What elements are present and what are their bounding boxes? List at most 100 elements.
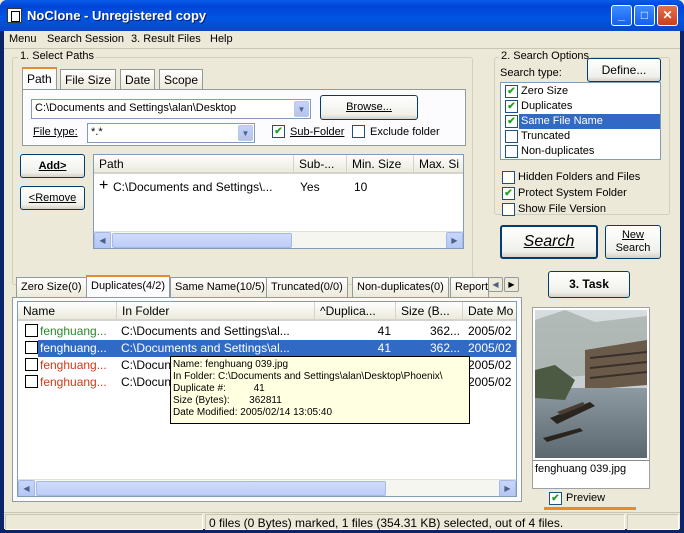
add-button[interactable]: Add>	[20, 154, 85, 178]
chevron-down-icon[interactable]: ▼	[294, 101, 309, 117]
non-duplicates-label[interactable]: Non-duplicates	[521, 145, 594, 157]
preview-checkbox[interactable]: ✔	[549, 492, 562, 505]
tab-file-size[interactable]: File Size	[60, 69, 117, 90]
scroll-right-icon[interactable]: ▶	[446, 232, 463, 248]
scroll-thumb[interactable]	[36, 481, 386, 496]
new-search-line1: New	[621, 229, 644, 241]
same-file-name-checkbox[interactable]: ✔	[505, 115, 518, 128]
preview-filename: fenghuang 039.jpg	[533, 460, 649, 488]
path-combo[interactable]: C:\Documents and Settings\alan\Desktop ▼	[31, 99, 311, 119]
row1-checkbox[interactable]	[25, 324, 38, 337]
search-button[interactable]: Search	[500, 225, 598, 259]
menu-menu[interactable]: Menu	[9, 33, 37, 45]
task-button[interactable]: 3. Task	[548, 271, 630, 298]
column-duplicate[interactable]: ^Duplica...	[315, 302, 396, 321]
duplicates-checkbox[interactable]: ✔	[505, 100, 518, 113]
tab-path[interactable]: Path	[22, 67, 57, 90]
tab-scroll-right-icon[interactable]: ▶	[504, 277, 519, 292]
title-bar[interactable]: NoClone - Unregistered copy _ □ ✕	[0, 0, 684, 31]
zero-size-checkbox[interactable]: ✔	[505, 85, 518, 98]
minimize-button[interactable]: _	[611, 5, 632, 26]
scroll-left-icon[interactable]: ◀	[18, 480, 35, 496]
path-value: C:\Documents and Settings\alan\Desktop	[35, 102, 237, 114]
tab-non-duplicates[interactable]: Non-duplicates(0)	[352, 277, 449, 298]
hidden-files-checkbox[interactable]	[502, 171, 515, 184]
row2-name[interactable]: fenghuang...	[40, 340, 116, 357]
show-version-label: Show File Version	[518, 203, 607, 215]
column-in-folder[interactable]: In Folder	[117, 302, 315, 321]
tab-same-name[interactable]: Same Name(10/5)	[170, 277, 270, 298]
path-row-path[interactable]: C:\Documents and Settings\...	[113, 179, 293, 196]
remove-button[interactable]: <Remove	[20, 186, 85, 210]
preview-image	[535, 310, 647, 458]
search-options-label: 2. Search Options	[499, 50, 592, 62]
maximize-button[interactable]: □	[634, 5, 655, 26]
show-version-checkbox[interactable]	[502, 203, 515, 216]
browse-button[interactable]: Browse...	[320, 95, 418, 120]
menu-bar: Menu Search Session 3. Result Files Help	[4, 31, 680, 49]
status-text: 0 files (0 Bytes) marked, 1 files (354.3…	[205, 514, 625, 530]
tab-truncated[interactable]: Truncated(0/0)	[266, 277, 348, 298]
file-type-combo[interactable]: *.* ▼	[87, 123, 255, 143]
truncated-label[interactable]: Truncated	[521, 130, 570, 142]
row2-folder[interactable]: C:\Documents and Settings\al...	[121, 340, 313, 357]
subfolder-label: Sub-Folder	[290, 126, 345, 138]
column-max-size[interactable]: Max. Si	[414, 155, 463, 174]
tab-scroll-left-icon[interactable]: ◀	[488, 277, 503, 292]
row4-name[interactable]: fenghuang...	[40, 374, 116, 391]
row3-name[interactable]: fenghuang...	[40, 357, 116, 374]
menu-search-session[interactable]: Search Session	[47, 33, 124, 45]
same-file-name-label[interactable]: Same File Name	[521, 115, 603, 127]
row3-checkbox[interactable]	[25, 358, 38, 371]
close-button[interactable]: ✕	[657, 5, 678, 26]
protect-system-checkbox[interactable]: ✔	[502, 187, 515, 200]
results-hscroll[interactable]: ◀ ▶	[18, 479, 516, 496]
row4-checkbox[interactable]	[25, 375, 38, 388]
column-size[interactable]: Size (B...	[396, 302, 463, 321]
window-title: NoClone - Unregistered copy	[27, 8, 207, 23]
row1-folder[interactable]: C:\Documents and Settings\al...	[121, 323, 313, 340]
plus-icon: +	[99, 178, 109, 194]
row2-date: 2005/02	[468, 341, 512, 355]
tab-duplicates[interactable]: Duplicates(4/2)	[86, 275, 170, 298]
scroll-right-icon[interactable]: ▶	[499, 480, 516, 496]
new-search-line2: Search	[615, 242, 651, 254]
column-name[interactable]: Name	[18, 302, 117, 321]
menu-result-files[interactable]: 3. Result Files	[131, 33, 201, 45]
column-sub[interactable]: Sub-...	[294, 155, 347, 174]
tab-zero-size[interactable]: Zero Size(0)	[16, 277, 87, 298]
tab-date[interactable]: Date	[120, 69, 156, 90]
tooltip-name: Name: fenghuang 039.jpg	[173, 359, 289, 370]
tab-report[interactable]: Report	[450, 277, 489, 298]
row4-date: 2005/02	[468, 375, 512, 389]
scroll-thumb[interactable]	[112, 233, 292, 248]
tooltip-date: Date Modified: 2005/02/14 13:05:40	[173, 407, 333, 418]
tab-scope[interactable]: Scope	[159, 69, 204, 90]
row1-dup: 41	[377, 324, 391, 338]
preview-label: Preview	[566, 492, 606, 504]
row1-size: 362...	[429, 324, 460, 338]
menu-help[interactable]: Help	[210, 33, 233, 45]
exclude-folder-checkbox[interactable]	[352, 125, 365, 138]
row1-date: 2005/02	[468, 324, 512, 338]
zero-size-label[interactable]: Zero Size	[521, 85, 568, 97]
column-min-size[interactable]: Min. Size	[347, 155, 414, 174]
scroll-left-icon[interactable]: ◀	[94, 232, 111, 248]
column-date-modified[interactable]: Date Mo	[463, 302, 516, 321]
chevron-down-icon[interactable]: ▼	[238, 125, 253, 141]
preview-pane: fenghuang 039.jpg	[532, 307, 650, 489]
paths-list[interactable]: Path Sub-... Min. Size Max. Si + C:\Docu…	[93, 154, 464, 249]
paths-hscroll[interactable]: ◀ ▶	[94, 231, 463, 248]
truncated-checkbox[interactable]	[505, 130, 518, 143]
row2-checkbox[interactable]	[25, 341, 38, 354]
column-path[interactable]: Path	[94, 155, 294, 174]
new-search-button[interactable]: New Search	[605, 225, 661, 259]
row1-name[interactable]: fenghuang...	[40, 323, 116, 340]
duplicates-label[interactable]: Duplicates	[521, 100, 572, 112]
file-type-value: *.*	[91, 126, 103, 138]
subfolder-checkbox[interactable]: ✔	[272, 125, 285, 138]
define-button[interactable]: Define...	[587, 58, 661, 82]
non-duplicates-checkbox[interactable]	[505, 145, 518, 158]
status-section-right	[627, 514, 679, 530]
search-type-list[interactable]: ✔ Zero Size ✔ Duplicates ✔ Same File Nam…	[500, 82, 661, 160]
